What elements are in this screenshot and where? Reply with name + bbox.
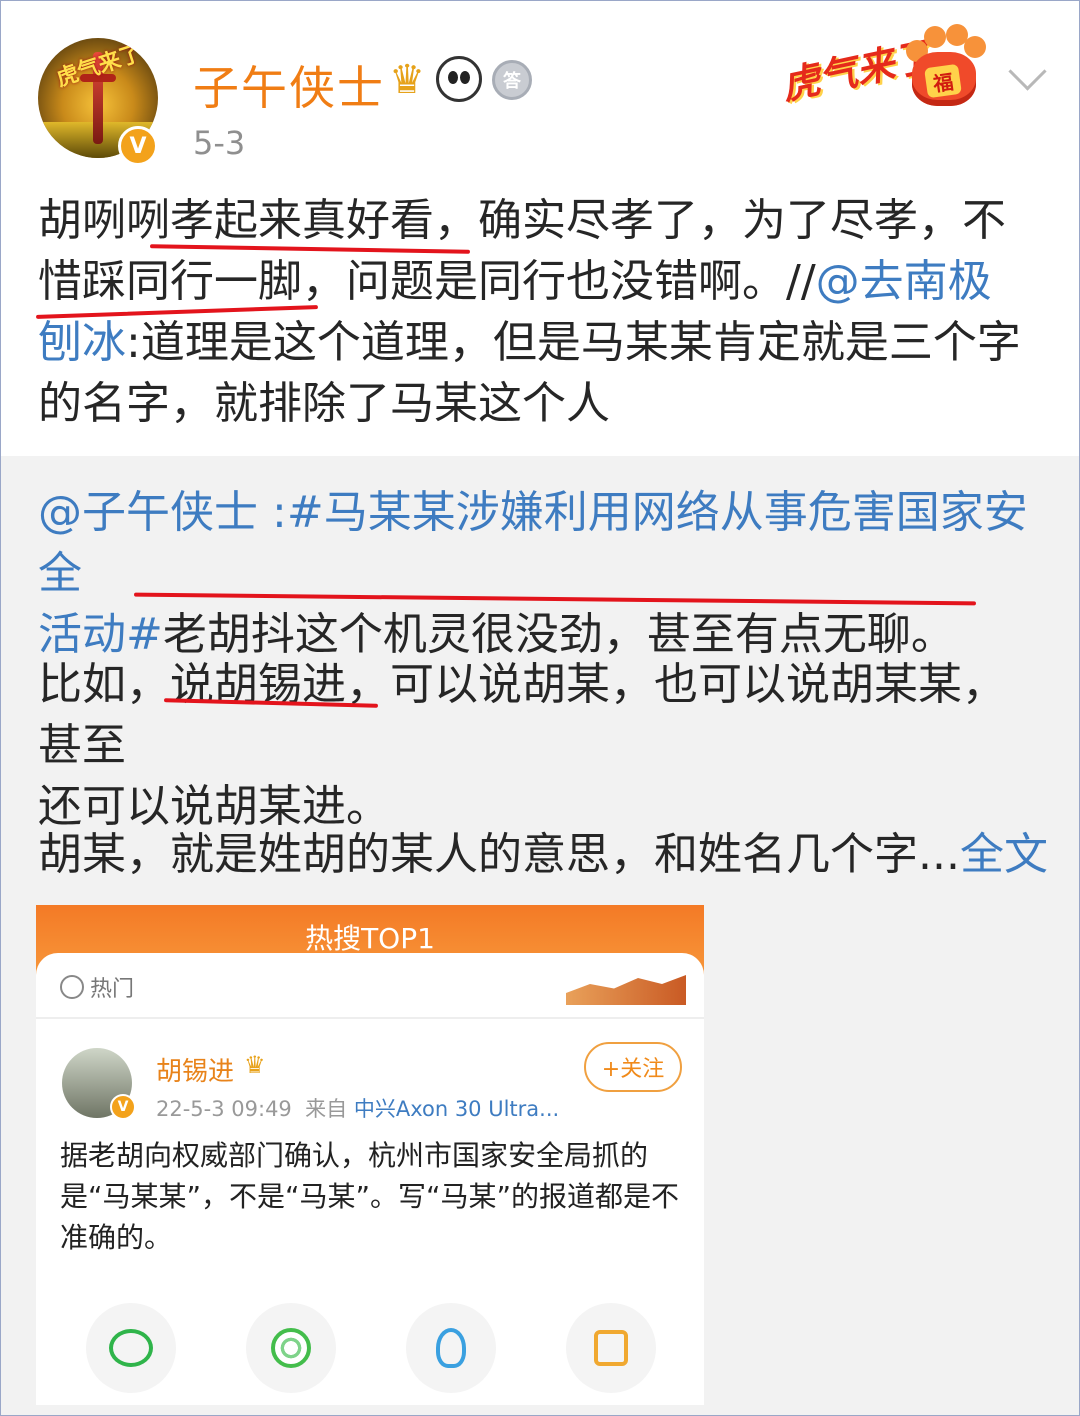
verified-icon: V <box>118 126 158 166</box>
medal-icon: 答 <box>492 60 532 100</box>
follow-button: +关注 <box>584 1042 682 1092</box>
wechat-icon <box>86 1303 176 1393</box>
save-image-icon <box>566 1303 656 1393</box>
mention-link-cont[interactable]: 刨冰 <box>38 317 126 368</box>
post-body-line: 刨冰:道理是这个道理，但是马某某肯定就是三个字 <box>38 317 1021 368</box>
chevron-down-icon[interactable] <box>1006 56 1046 96</box>
embedded-header-title: 热搜TOP1 <box>305 922 435 955</box>
retweet-paragraph-2: 比如，说胡锡进，可以说胡某，也可以说胡某某，甚至 还可以说胡某进。 <box>38 659 1006 832</box>
post-date: 5-3 <box>193 124 246 162</box>
embedded-screenshot[interactable]: 热搜TOP1 热门 V 胡锡进 ♛ 22-5-3 09:49 来自 中兴Axon… <box>36 905 704 1405</box>
retweet-line: @子午侠士 :#马某某涉嫌利用网络从事危害国家安全 <box>38 482 1048 604</box>
great-wall-illustration <box>546 961 696 1011</box>
retweet-author-mention[interactable]: @子午侠士 <box>38 487 258 538</box>
moments-icon <box>246 1303 336 1393</box>
mention-link[interactable]: @去南极 <box>816 256 992 307</box>
topic-link-end[interactable]: 活动# <box>38 609 163 660</box>
verified-icon: V <box>110 1094 136 1120</box>
embedded-author-name: 胡锡进 <box>156 1057 235 1087</box>
panda-icon <box>436 56 482 102</box>
retweet-paragraph-3: 胡某，就是姓胡的某人的意思，和姓名几个字...全文 <box>38 829 1048 880</box>
crown-icon: ♛ <box>389 57 425 103</box>
post-body-line: 惜踩同行一脚，问题是同行也没错啊。//@去南极 <box>38 256 992 307</box>
retweet-body: @子午侠士 :#马某某涉嫌利用网络从事危害国家安全 活动#老胡抖这个机灵很没劲，… <box>38 482 1048 665</box>
divider <box>36 1017 704 1019</box>
post-body-line: 胡咧咧孝起来真好看，确实尽孝了，为了尽孝，不 <box>38 195 1006 246</box>
hot-icon <box>60 975 84 999</box>
vip-badge-icon: ♛ <box>244 1051 266 1079</box>
author-name[interactable]: 子午侠士 <box>193 52 385 118</box>
hot-tag: 热门 <box>60 971 134 1003</box>
embedded-post-body: 据老胡向权威部门确认，杭州市国家安全局抓的是“马某某”，不是“马某”。写“马某”… <box>60 1139 680 1254</box>
full-text-link[interactable]: 全文 <box>960 829 1048 880</box>
qq-icon <box>406 1303 496 1393</box>
fu-badge: 福 <box>924 63 962 99</box>
tiger-paw-decoration: 福 <box>902 22 986 106</box>
post-body-line: 的名字，就排除了马某这个人 <box>38 378 610 429</box>
embedded-post-meta: 22-5-3 09:49 来自 中兴Axon 30 Ultra... <box>156 1097 560 1121</box>
